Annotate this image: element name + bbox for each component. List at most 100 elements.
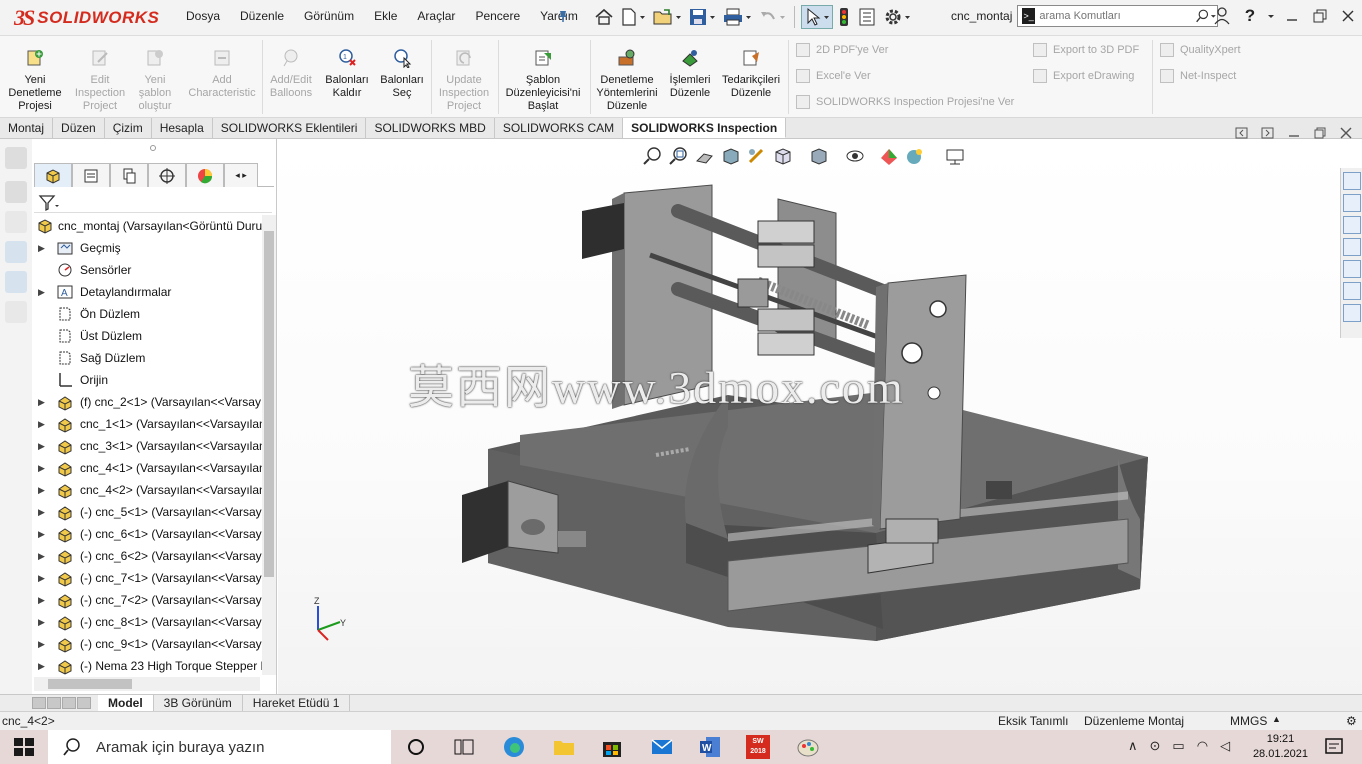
add-characteristic-button[interactable]: Add Characteristic bbox=[182, 48, 262, 100]
dimxpert-manager-tab-icon[interactable] bbox=[148, 163, 186, 187]
tree-item[interactable]: ▶ (-) cnc_7<1> (Varsayılan<<Varsayı bbox=[32, 567, 262, 589]
word-icon[interactable]: W bbox=[698, 735, 722, 759]
tree-item[interactable]: Üst Düzlem bbox=[32, 325, 262, 347]
tree-item[interactable]: ▶ cnc_4<2> (Varsayılan<<Varsayılan bbox=[32, 479, 262, 501]
select-cursor-icon[interactable] bbox=[801, 5, 833, 29]
expand-arrow-icon[interactable]: ▶ bbox=[38, 529, 45, 540]
tree-item[interactable]: ▶ cnc_4<1> (Varsayılan<<Varsayılan bbox=[32, 457, 262, 479]
add-edit-balloons-button[interactable]: Add/Edit Balloons bbox=[266, 48, 316, 100]
doc-restore-icon[interactable] bbox=[1312, 126, 1328, 140]
cortana-icon[interactable] bbox=[404, 735, 428, 759]
new-template-button[interactable]: Yeni şablon oluştur bbox=[132, 48, 178, 113]
tree-item[interactable]: Orijin bbox=[32, 369, 262, 391]
tree-vertical-scrollbar[interactable] bbox=[262, 215, 276, 675]
tab-motion-study[interactable]: Hareket Etüdü 1 bbox=[243, 695, 351, 711]
tree-item[interactable]: ▶ (-) cnc_5<1> (Varsayılan<<Varsayı bbox=[32, 501, 262, 523]
tree-item[interactable]: ▶ (f) cnc_2<1> (Varsayılan<<Varsayı bbox=[32, 391, 262, 413]
wifi-icon[interactable]: ◠ bbox=[1197, 738, 1208, 754]
view-palette-icon[interactable] bbox=[1343, 238, 1361, 256]
expand-arrow-icon[interactable]: ▶ bbox=[38, 287, 45, 298]
first-tab-icon[interactable] bbox=[32, 697, 46, 709]
task-view-icon[interactable] bbox=[452, 735, 476, 759]
tab-solidworks-cam[interactable]: SOLIDWORKS CAM bbox=[495, 118, 624, 138]
pin-icon[interactable] bbox=[556, 9, 570, 23]
tab-3d-view[interactable]: 3B Görünüm bbox=[154, 695, 243, 711]
assembly-tool-icon[interactable] bbox=[5, 271, 27, 293]
scrollbar-thumb[interactable] bbox=[264, 231, 274, 577]
configuration-manager-tab-icon[interactable] bbox=[110, 163, 148, 187]
tab-solidworks-inspection[interactable]: SOLIDWORKS Inspection bbox=[623, 118, 787, 138]
tab-hesapla[interactable]: Hesapla bbox=[152, 118, 213, 138]
windows-start-icon[interactable] bbox=[12, 735, 36, 759]
expand-arrow-icon[interactable]: ▶ bbox=[38, 661, 45, 672]
expand-arrow-icon[interactable]: ▶ bbox=[38, 485, 45, 496]
design-library-icon[interactable] bbox=[1343, 194, 1361, 212]
tree-item[interactable]: ▶ (-) cnc_7<2> (Varsayılan<<Varsayı bbox=[32, 589, 262, 611]
expand-arrow-icon[interactable]: ▶ bbox=[38, 243, 45, 254]
tab-solidworks-mbd[interactable]: SOLIDWORKS MBD bbox=[366, 118, 495, 138]
tree-root-assembly[interactable]: cnc_montaj (Varsayılan<Görüntü Duru bbox=[32, 215, 262, 237]
tree-item[interactable]: ▶ (-) cnc_6<1> (Varsayılan<<Varsayı bbox=[32, 523, 262, 545]
expand-arrow-icon[interactable]: ▶ bbox=[38, 595, 45, 606]
graphics-area[interactable]: 莫西网www.3dmox.com Z Y bbox=[278, 127, 1362, 694]
export-2d-pdf-button[interactable]: 2D PDF'ye Ver bbox=[796, 43, 888, 57]
tree-horizontal-scrollbar[interactable] bbox=[34, 677, 260, 691]
file-explorer-icon[interactable] bbox=[1343, 216, 1361, 234]
tree-item[interactable]: Ön Düzlem bbox=[32, 303, 262, 325]
restore-icon[interactable] bbox=[1306, 2, 1334, 30]
edit-operations-button[interactable]: İşlemleri Düzenle bbox=[664, 48, 716, 100]
forum-icon[interactable] bbox=[1343, 304, 1361, 322]
help-dropdown-icon[interactable] bbox=[1264, 2, 1278, 30]
tab-montaj[interactable]: Montaj bbox=[0, 118, 54, 138]
prev-window-icon[interactable] bbox=[1234, 126, 1250, 140]
home-icon[interactable] bbox=[592, 5, 616, 29]
right-small-motor[interactable] bbox=[986, 481, 1012, 499]
update-inspection-project-button[interactable]: Update Inspection Project bbox=[434, 48, 494, 113]
base-frame[interactable] bbox=[488, 391, 1148, 641]
select-balloons-button[interactable]: Balonları Seç bbox=[376, 48, 428, 100]
tree-item[interactable]: Sensörler bbox=[32, 259, 262, 281]
people-icon[interactable]: ⊙ bbox=[1150, 738, 1161, 754]
pane-scroll-arrows[interactable]: ◂ ▸ bbox=[224, 163, 258, 187]
tab-cizim[interactable]: Çizim bbox=[105, 118, 152, 138]
export-edrawing-button[interactable]: Export eDrawing bbox=[1033, 69, 1134, 83]
tab-solidworks-eklentileri[interactable]: SOLIDWORKS Eklentileri bbox=[213, 118, 367, 138]
expand-arrow-icon[interactable]: ▶ bbox=[38, 397, 45, 408]
menu-ekle[interactable]: Ekle bbox=[364, 9, 407, 23]
file-properties-icon[interactable] bbox=[855, 5, 879, 29]
next-window-icon[interactable] bbox=[1260, 126, 1276, 140]
tree-item[interactable]: ▶ (-) Nema 23 High Torque Stepper N bbox=[32, 655, 262, 677]
volume-icon[interactable]: ◁ bbox=[1220, 738, 1230, 754]
store-icon[interactable] bbox=[600, 735, 624, 759]
spring-tool-icon[interactable] bbox=[5, 301, 27, 323]
taskbar-search[interactable]: Aramak için buraya yazın bbox=[48, 730, 391, 764]
tab-duzen[interactable]: Düzen bbox=[53, 118, 105, 138]
expand-arrow-icon[interactable]: ▶ bbox=[38, 617, 45, 628]
paint-icon[interactable] bbox=[796, 735, 820, 759]
notifications-icon[interactable] bbox=[1322, 735, 1346, 759]
tree-item[interactable]: ▶ (-) cnc_6<2> (Varsayılan<<Varsayı bbox=[32, 545, 262, 567]
save-icon[interactable] bbox=[686, 5, 718, 29]
solidworks-taskbar-icon[interactable]: SW 2018 bbox=[746, 735, 770, 759]
last-tab-icon[interactable] bbox=[77, 697, 91, 709]
command-search[interactable]: >_ bbox=[1017, 5, 1218, 27]
feature-manager-tab-icon[interactable] bbox=[34, 163, 72, 187]
doc-minimize-icon[interactable] bbox=[1286, 126, 1302, 140]
expand-arrow-icon[interactable]: ▶ bbox=[38, 441, 45, 452]
doc-close-icon[interactable] bbox=[1338, 126, 1354, 140]
export-excel-button[interactable]: Excel'e Ver bbox=[796, 69, 871, 83]
close-icon[interactable] bbox=[1334, 2, 1362, 30]
part-tool-icon[interactable] bbox=[5, 181, 27, 203]
new-document-icon[interactable] bbox=[618, 5, 648, 29]
search-input[interactable] bbox=[1039, 10, 1180, 22]
tree-item[interactable]: Sağ Düzlem bbox=[32, 347, 262, 369]
units-arrow-icon[interactable]: ▲ bbox=[1272, 714, 1281, 724]
edge-browser-icon[interactable] bbox=[502, 735, 526, 759]
filter-icon[interactable] bbox=[38, 193, 60, 213]
tree-filter[interactable] bbox=[34, 191, 272, 213]
undo-icon[interactable] bbox=[756, 5, 788, 29]
tree-item[interactable]: ▶ (-) cnc_9<1> (Varsayılan<<Varsayı bbox=[32, 633, 262, 655]
cnc-assembly-model[interactable] bbox=[428, 159, 1328, 679]
expand-arrow-icon[interactable]: ▶ bbox=[38, 419, 45, 430]
expand-arrow-icon[interactable]: ▶ bbox=[38, 463, 45, 474]
